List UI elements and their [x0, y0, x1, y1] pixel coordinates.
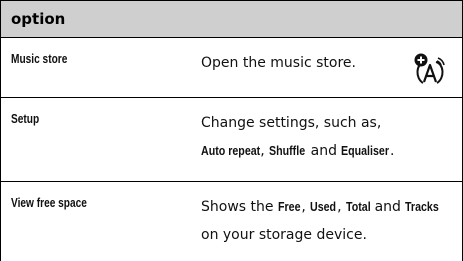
separator-text: . [389, 143, 395, 159]
keyword-free: Free [277, 199, 301, 214]
description-line: on your storage device. [201, 227, 367, 243]
description-line: Auto repeat, Shuffle and Equaliser. [201, 137, 453, 165]
separator-text: , [337, 199, 347, 215]
option-music-store: Music store [11, 51, 68, 66]
description-text: Shows the [201, 199, 278, 215]
description-line: Shows the Free, Used, Total and Tracks [201, 193, 453, 221]
separator-text: and [370, 199, 406, 215]
keyword-equaliser: Equaliser [341, 143, 390, 158]
description-line: Change settings, such as, [201, 115, 382, 131]
table-row-setup: Setup Change settings, such as, Auto rep… [1, 98, 462, 182]
separator-text: , [260, 143, 270, 159]
keyword-auto-repeat: Auto repeat [201, 143, 261, 158]
header-option-label: option [11, 10, 66, 28]
separator-text: and [306, 143, 342, 159]
table-row-view-free-space: View free space Shows the Free, Used, To… [1, 182, 462, 261]
table-header: option [1, 0, 462, 38]
option-setup: Setup [11, 111, 40, 126]
network-access-icon [414, 53, 445, 84]
table-row-music-store: Music store Open the music store. [1, 38, 462, 98]
keyword-tracks: Tracks [405, 199, 440, 214]
options-table: option Music store Open the music store.… [0, 0, 463, 261]
separator-text: , [301, 199, 311, 215]
keyword-shuffle: Shuffle [269, 143, 306, 158]
keyword-used: Used [310, 199, 337, 214]
description-setup: Change settings, such as, Auto repeat, S… [201, 109, 453, 165]
keyword-total: Total [346, 199, 371, 214]
option-view-free-space: View free space [11, 195, 87, 210]
description-view-free-space: Shows the Free, Used, Total and Tracks o… [201, 193, 453, 249]
